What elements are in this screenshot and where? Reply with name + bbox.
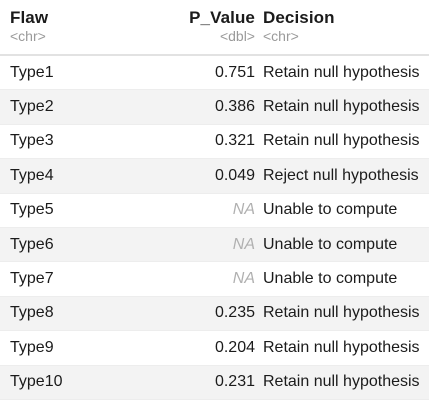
cell-flaw: Type1	[0, 55, 175, 90]
cell-decision: Retain null hypothesis	[255, 124, 429, 159]
cell-flaw: Type3	[0, 124, 175, 159]
cell-p-value: 0.386	[175, 89, 255, 125]
cell-p-value: 0.049	[175, 158, 255, 194]
cell-flaw: Type4	[0, 158, 175, 194]
column-types-row: <chr> <dbl> <chr>	[0, 28, 429, 56]
table-row: Type5 NA Unable to compute	[0, 193, 429, 228]
tibble-table: Flaw P_Value Decision <chr> <dbl> <chr> …	[0, 0, 429, 400]
cell-p-value: 0.231	[175, 365, 255, 400]
cell-decision: Unable to compute	[255, 193, 429, 228]
table-row: Type8 0.235 Retain null hypothesis	[0, 296, 429, 331]
column-type-flaw: <chr>	[0, 28, 175, 56]
cell-decision: Retain null hypothesis	[255, 365, 429, 400]
table-row: Type10 0.231 Retain null hypothesis	[0, 365, 429, 400]
cell-decision: Retain null hypothesis	[255, 89, 429, 125]
cell-p-value: NA	[175, 193, 255, 228]
table-row: Type4 0.049 Reject null hypothesis	[0, 158, 429, 194]
cell-flaw: Type7	[0, 261, 175, 297]
cell-decision: Retain null hypothesis	[255, 55, 429, 90]
cell-flaw: Type5	[0, 193, 175, 228]
cell-p-value: NA	[175, 227, 255, 262]
cell-flaw: Type10	[0, 365, 175, 400]
column-header-flaw[interactable]: Flaw	[0, 0, 175, 28]
cell-p-value: 0.751	[175, 55, 255, 90]
table-row: Type1 0.751 Retain null hypothesis	[0, 55, 429, 90]
column-header-p-value[interactable]: P_Value	[175, 0, 255, 28]
table-row: Type6 NA Unable to compute	[0, 227, 429, 262]
column-type-p-value: <dbl>	[175, 28, 255, 56]
table-header: Flaw P_Value Decision <chr> <dbl> <chr>	[0, 0, 429, 56]
table-row: Type7 NA Unable to compute	[0, 261, 429, 297]
cell-decision: Retain null hypothesis	[255, 296, 429, 331]
cell-flaw: Type6	[0, 227, 175, 262]
table-row: Type3 0.321 Retain null hypothesis	[0, 124, 429, 159]
cell-decision: Unable to compute	[255, 227, 429, 262]
column-type-decision: <chr>	[255, 28, 429, 56]
cell-decision: Reject null hypothesis	[255, 158, 429, 194]
cell-decision: Retain null hypothesis	[255, 330, 429, 366]
cell-decision: Unable to compute	[255, 261, 429, 297]
cell-flaw: Type9	[0, 330, 175, 366]
cell-flaw: Type2	[0, 89, 175, 125]
cell-p-value: 0.204	[175, 330, 255, 366]
cell-p-value: 0.235	[175, 296, 255, 331]
column-header-decision[interactable]: Decision	[255, 0, 429, 28]
data-table-view: Flaw P_Value Decision <chr> <dbl> <chr> …	[0, 0, 429, 409]
table-row: Type2 0.386 Retain null hypothesis	[0, 89, 429, 125]
cell-p-value: 0.321	[175, 124, 255, 159]
table-body: Type1 0.751 Retain null hypothesis Type2 0.3…	[0, 55, 429, 400]
table-row: Type9 0.204 Retain null hypothesis	[0, 330, 429, 366]
cell-flaw: Type8	[0, 296, 175, 331]
column-names-row: Flaw P_Value Decision	[0, 0, 429, 28]
cell-p-value: NA	[175, 261, 255, 297]
